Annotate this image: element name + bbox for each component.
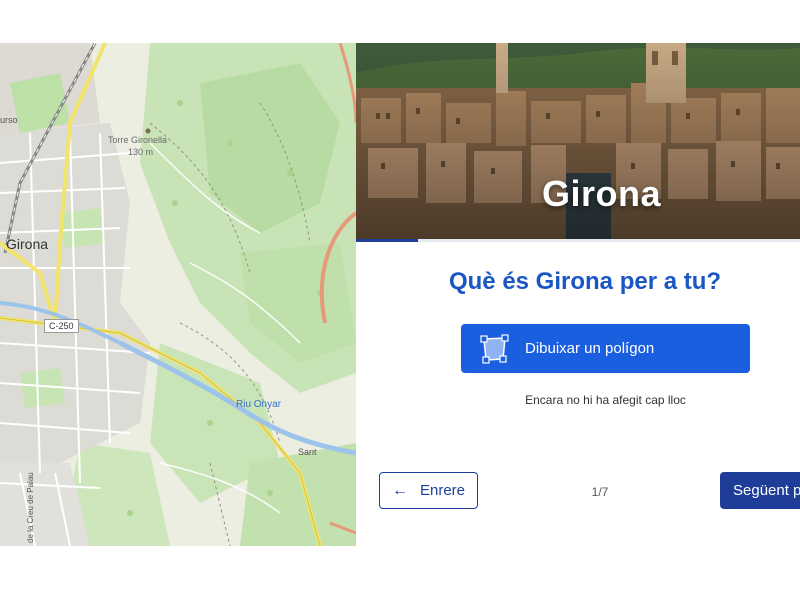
- map-canvas[interactable]: [0, 43, 356, 546]
- map-small-label: urso: [0, 115, 18, 125]
- map-panel[interactable]: Girona Torre Gironella 130 m Riu Onyar C…: [0, 43, 356, 546]
- map-city-label: Girona: [6, 236, 49, 252]
- page-indicator: 1/7: [591, 485, 609, 499]
- hero-image: Girona: [356, 43, 800, 239]
- map-road-shield: C-250: [44, 319, 79, 333]
- polygon-draw-icon: [479, 333, 511, 365]
- map-small-label-right: Sant: [298, 447, 317, 457]
- question-heading: Què és Girona per a tu?: [448, 268, 722, 295]
- app-viewport: Girona Torre Gironella 130 m Riu Onyar C…: [0, 0, 800, 600]
- progress-bar: [356, 239, 800, 242]
- progress-bar-fill: [356, 239, 419, 242]
- map-street-label: de la Creu de Palau: [26, 472, 35, 543]
- map-peak-name: Torre Gironella: [108, 135, 168, 145]
- draw-polygon-button[interactable]: Dibuixar un polígon: [461, 324, 750, 373]
- draw-polygon-label: Dibuixar un polígon: [525, 340, 655, 357]
- map-river-label: Riu Onyar: [236, 399, 282, 410]
- arrow-left-icon: ←: [391, 481, 408, 499]
- hero-title: Girona: [542, 173, 662, 214]
- map-peak-elevation: 130 m: [128, 147, 154, 157]
- next-button[interactable]: Següent p: [720, 472, 800, 509]
- back-button-label: Enrere: [419, 482, 466, 499]
- next-button-label: Següent p: [733, 482, 800, 499]
- back-button[interactable]: ← Enrere: [379, 472, 478, 509]
- empty-places-text: Encara no hi ha afegit cap lloc: [525, 393, 686, 407]
